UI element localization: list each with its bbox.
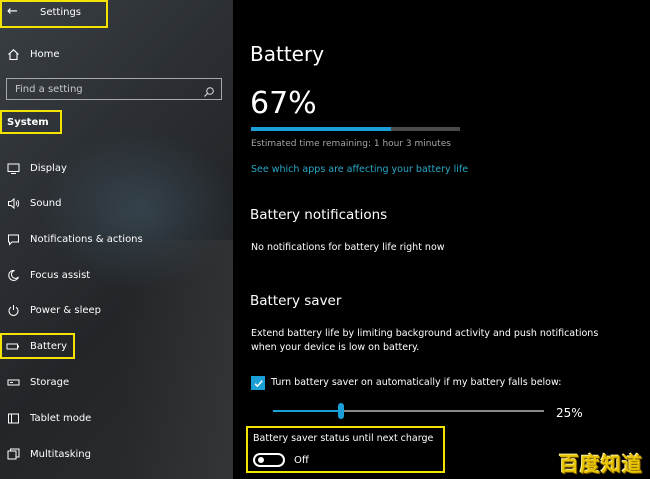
home-icon xyxy=(6,47,20,61)
battery-level-bar xyxy=(251,127,460,131)
page-title: Battery xyxy=(250,42,325,66)
sidebar-item-label: Focus assist xyxy=(30,269,91,281)
saver-status-value: Off xyxy=(294,455,309,466)
sidebar-item-display[interactable]: Display xyxy=(0,154,233,182)
watermark: 百度知道 xyxy=(559,452,643,476)
main-panel: Battery 67% Estimated time remaining: 1 … xyxy=(233,0,650,479)
section-header: System xyxy=(7,117,49,128)
sidebar-item-label: Tablet mode xyxy=(30,412,92,424)
battery-level-fill xyxy=(251,127,392,131)
speaker-icon xyxy=(6,196,20,210)
sidebar-item-battery[interactable]: Battery xyxy=(0,332,233,360)
estimated-time: Estimated time remaining: 1 hour 3 minut… xyxy=(251,139,451,149)
sidebar-item-label: Home xyxy=(30,48,60,60)
auto-saver-checkbox[interactable] xyxy=(251,376,265,390)
sidebar-item-storage[interactable]: Storage xyxy=(0,368,233,396)
sidebar-item-label: Storage xyxy=(30,376,70,388)
auto-saver-label: Turn battery saver on automatically if m… xyxy=(271,377,562,388)
threshold-value: 25% xyxy=(556,406,583,420)
sidebar-item-label: Multitasking xyxy=(30,448,91,460)
sidebar-item-label: Notifications & actions xyxy=(30,233,143,245)
battery-percentage: 67% xyxy=(250,86,317,121)
section-header-highlight: System xyxy=(0,110,62,134)
sidebar-item-focus-assist[interactable]: Focus assist xyxy=(0,261,233,289)
checkmark-icon xyxy=(253,379,263,387)
sidebar-item-label: Display xyxy=(30,162,67,174)
moon-icon xyxy=(6,268,20,282)
sidebar-item-label: Sound xyxy=(30,197,62,209)
notification-icon xyxy=(6,232,20,246)
back-button[interactable]: ← xyxy=(7,3,18,21)
multitasking-icon xyxy=(6,447,20,461)
toggle-knob xyxy=(258,457,264,463)
battery-icon xyxy=(6,339,20,353)
battery-saver-description: Extend battery life by limiting backgrou… xyxy=(251,328,599,353)
threshold-slider[interactable] xyxy=(273,403,544,419)
tablet-icon xyxy=(6,411,20,425)
sidebar-item-notifications[interactable]: Notifications & actions xyxy=(0,225,233,253)
saver-status-toggle[interactable] xyxy=(253,453,285,467)
storage-icon xyxy=(6,375,20,389)
saver-status-highlight: Battery saver status until next charge O… xyxy=(246,426,445,473)
battery-apps-link[interactable]: See which apps are affecting your batter… xyxy=(251,164,468,175)
display-icon xyxy=(6,161,20,175)
search-icon[interactable] xyxy=(203,83,215,97)
battery-saver-heading: Battery saver xyxy=(250,293,342,309)
sidebar-item-sound[interactable]: Sound xyxy=(0,189,233,217)
app-title: Settings xyxy=(40,7,82,18)
notifications-text: No notifications for battery life right … xyxy=(251,242,445,253)
saver-status-label: Battery saver status until next charge xyxy=(253,433,434,444)
sidebar-item-label: Battery xyxy=(30,340,68,352)
threshold-slider-thumb[interactable] xyxy=(338,403,344,419)
search-placeholder: Find a setting xyxy=(15,83,83,95)
threshold-slider-fill xyxy=(273,410,341,412)
sidebar-item-label: Power & sleep xyxy=(30,304,102,316)
sidebar-item-multitasking[interactable]: Multitasking xyxy=(0,440,233,468)
sidebar-item-home[interactable]: Home xyxy=(0,40,233,68)
sidebar-item-power-sleep[interactable]: Power & sleep xyxy=(0,296,233,324)
notifications-heading: Battery notifications xyxy=(250,207,388,223)
sidebar-item-tablet-mode[interactable]: Tablet mode xyxy=(0,404,233,432)
power-icon xyxy=(6,303,20,317)
search-input[interactable]: Find a setting xyxy=(6,78,222,100)
sidebar: ← Settings Home Find a setting System Di… xyxy=(0,0,233,479)
